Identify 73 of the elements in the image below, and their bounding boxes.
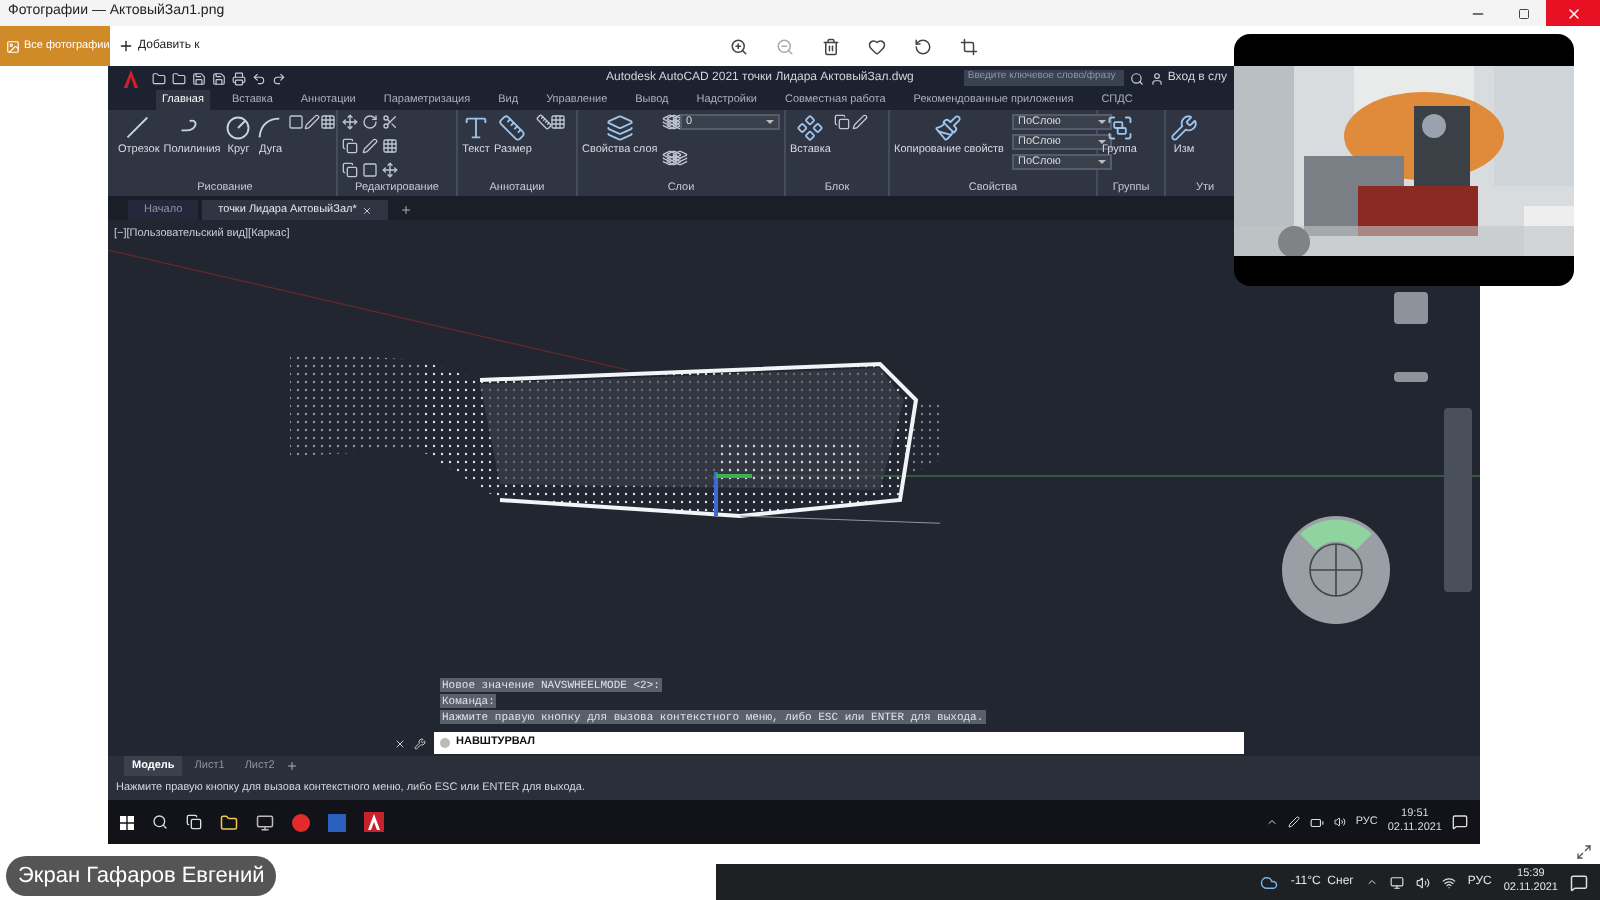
presenter-label: Экран Гафаров Евгений: [6, 856, 277, 896]
ucs-icon: [708, 468, 756, 520]
computer-icon[interactable]: [256, 813, 274, 831]
maximize-icon[interactable]: [1518, 7, 1530, 19]
wrench-icon[interactable]: [414, 737, 426, 749]
new-layout-icon[interactable]: [286, 760, 299, 772]
tool-icon[interactable]: [362, 114, 378, 130]
wrench-icon: [1170, 114, 1198, 142]
tool-icon[interactable]: [342, 114, 358, 130]
block-icon: [796, 114, 825, 142]
layers-icon: [605, 114, 634, 142]
tool-icon[interactable]: [661, 114, 678, 130]
close-icon: [1565, 5, 1581, 21]
windows-icon[interactable]: [120, 815, 134, 829]
tool-icon[interactable]: [382, 138, 398, 154]
pen-icon[interactable]: [1287, 816, 1300, 828]
arc-icon: [256, 114, 285, 142]
quick-access-icon[interactable]: [192, 71, 206, 85]
new-tab-icon[interactable]: [400, 204, 413, 216]
search-icon[interactable]: [1129, 71, 1144, 85]
user-icon[interactable]: [1149, 71, 1164, 85]
zoom-in-icon[interactable]: [729, 37, 748, 55]
chevron-up-icon[interactable]: [1265, 816, 1278, 828]
tool-icon[interactable]: [666, 114, 683, 130]
tool-icon[interactable]: [320, 114, 337, 130]
tool-icon[interactable]: [382, 162, 398, 178]
tool-icon[interactable]: [852, 114, 869, 130]
tool-icon[interactable]: [666, 150, 683, 166]
group-icon: [1105, 114, 1134, 142]
task-view-icon[interactable]: [186, 814, 202, 830]
quick-access-icon[interactable]: [232, 71, 246, 85]
quick-access-icon[interactable]: [212, 71, 226, 85]
search-icon[interactable]: [152, 814, 168, 830]
wifi-icon[interactable]: [1441, 875, 1456, 889]
ruler-icon: [498, 114, 527, 142]
tool-icon[interactable]: [382, 114, 398, 130]
line-icon: [124, 114, 153, 142]
cloud-icon[interactable]: [1260, 873, 1279, 891]
brush-icon: [934, 114, 963, 142]
steering-wheel-icon[interactable]: [1280, 514, 1392, 626]
quick-access-icon[interactable]: [172, 71, 186, 85]
plus-icon: [118, 38, 134, 54]
tool-icon[interactable]: [834, 114, 851, 130]
notification-icon[interactable]: [1570, 873, 1588, 891]
folder-icon[interactable]: [220, 813, 238, 831]
document-app-icon[interactable]: [328, 813, 346, 831]
text-icon: [462, 114, 490, 142]
crop-icon[interactable]: [959, 37, 978, 55]
tool-icon[interactable]: [661, 150, 678, 166]
tool-icon[interactable]: [342, 138, 358, 154]
quick-access-icon[interactable]: [252, 71, 266, 85]
circle-icon: [224, 114, 253, 142]
close-icon[interactable]: [394, 737, 406, 749]
trash-icon[interactable]: [821, 37, 840, 55]
volume-icon[interactable]: [1415, 875, 1430, 889]
wcs-button[interactable]: [1394, 372, 1428, 382]
heart-icon[interactable]: [867, 37, 886, 55]
tool-icon[interactable]: [342, 162, 358, 178]
notification-icon[interactable]: [1452, 814, 1468, 830]
chevron-up-icon[interactable]: [1365, 876, 1378, 888]
network-icon[interactable]: [1389, 875, 1404, 889]
expand-icon[interactable]: [1576, 844, 1592, 860]
cad-app-icon[interactable]: [364, 812, 384, 832]
photo-icon: [6, 39, 20, 53]
rotate-icon[interactable]: [913, 37, 932, 55]
browser-icon[interactable]: [292, 813, 310, 831]
tool-icon[interactable]: [671, 150, 688, 166]
volume-icon[interactable]: [1333, 816, 1346, 828]
tool-icon[interactable]: [535, 114, 552, 130]
quick-access-icon[interactable]: [152, 71, 166, 85]
battery-icon[interactable]: [1309, 815, 1324, 829]
tool-icon[interactable]: [549, 114, 566, 130]
quick-access-icon[interactable]: [272, 71, 286, 85]
